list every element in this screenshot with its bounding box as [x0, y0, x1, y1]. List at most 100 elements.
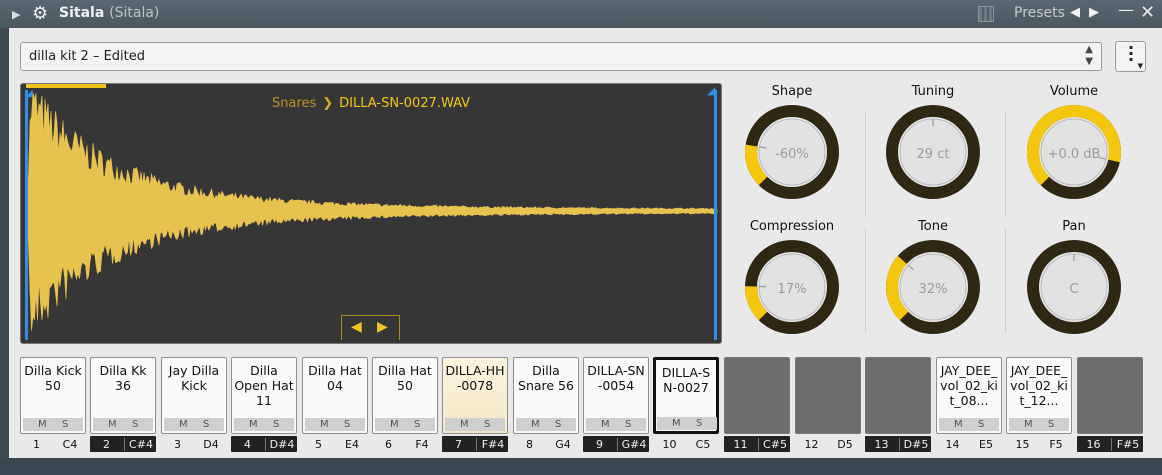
solo-button[interactable]: S [625, 419, 631, 430]
pad-8[interactable]: Dilla Snare 56 M S [513, 357, 579, 434]
solo-button[interactable]: S [555, 419, 561, 430]
mute-button[interactable]: M [460, 419, 469, 430]
mute-button[interactable]: M [531, 419, 540, 430]
start-marker-flag-icon[interactable]: ◢ [25, 88, 33, 99]
solo-button[interactable]: S [414, 419, 420, 430]
pad-6[interactable]: Dilla Hat 50 M S [372, 357, 438, 434]
solo-button[interactable]: S [62, 419, 68, 430]
pad-15-note: 15 F5 [1006, 436, 1072, 452]
close-icon[interactable]: ✕ [1140, 2, 1155, 23]
mute-button[interactable]: M [38, 419, 47, 430]
knob-value: +0.0 dB [1047, 147, 1101, 162]
pad-key: C#5 [758, 438, 791, 451]
pad-number: 1 [33, 438, 40, 451]
pad-3[interactable]: Jay Dilla Kick M S [161, 357, 227, 434]
pad-number: 16 [1086, 438, 1101, 451]
pad-name: Dilla Hat 50 [378, 363, 432, 393]
pad-name: DILLA-SN-0054 [587, 363, 645, 393]
solo-button[interactable]: S [203, 419, 209, 430]
browser-grid-icon[interactable] [978, 6, 994, 22]
presets-label[interactable]: Presets [1014, 5, 1065, 21]
pad-name: JAY_DEE_vol_02_kit_08... [940, 363, 998, 408]
mute-button[interactable]: M [179, 419, 188, 430]
pad-8-note: 8 G4 [513, 436, 579, 452]
waveform-display[interactable]: Snares ❯ DILLA-SN-0027.WAV ◢ ◢ ◀ ▶ [20, 83, 722, 344]
pad-9[interactable]: DILLA-SN-0054 M S [583, 357, 649, 434]
mute-button[interactable]: M [390, 419, 399, 430]
host-bottom-strip [0, 458, 1162, 475]
pad-key: C#4 [124, 438, 157, 451]
pad-16-empty[interactable] [1077, 357, 1143, 434]
pad-4[interactable]: Dilla Open Hat 11 M S [231, 357, 297, 434]
minimize-icon[interactable]: — [1118, 0, 1134, 19]
pad-key: F4 [415, 438, 429, 451]
pad-number: 8 [526, 438, 533, 451]
mute-button[interactable]: M [954, 419, 963, 430]
pad-12-empty[interactable] [795, 357, 861, 434]
pad-key: F#4 [476, 438, 509, 451]
pad-13-note: 13 D#5 [865, 436, 931, 452]
pad-6-note: 6 F4 [372, 436, 438, 452]
mute-button[interactable]: M [108, 419, 117, 430]
pad-14[interactable]: JAY_DEE_vol_02_kit_08... M S [936, 357, 1002, 434]
pad-14-note: 14 E5 [936, 436, 1002, 452]
knob-label: Tone [918, 219, 948, 234]
pad-mute-solo: MS [939, 418, 999, 431]
pad-mute-solo: MS [305, 418, 365, 431]
mute-button[interactable]: M [601, 419, 610, 430]
mute-button[interactable]: M [672, 418, 681, 429]
solo-button[interactable]: S [484, 419, 490, 430]
mute-button[interactable]: M [1024, 419, 1033, 430]
pad-5[interactable]: Dilla Hat 04 M S [302, 357, 368, 434]
pad-7[interactable]: DILLA-HH-0078 M S [442, 357, 508, 434]
end-marker-flag-icon[interactable]: ◢ [707, 84, 715, 97]
sample-end-marker[interactable] [714, 90, 717, 340]
mute-button[interactable]: M [320, 419, 329, 430]
pad-key: E4 [345, 438, 359, 451]
pad-mute-solo: MS [586, 418, 646, 431]
pad-1[interactable]: Dilla Kick 50 M S [20, 357, 86, 434]
kit-preset-select[interactable]: dilla kit 2 – Edited ▲ ▼ [20, 42, 1102, 71]
next-sample-icon[interactable]: ▶ [377, 319, 388, 335]
solo-button[interactable]: S [978, 419, 984, 430]
knob-value: 17% [777, 282, 807, 297]
preset-prev-icon[interactable]: ◀ [1070, 5, 1080, 20]
knob-value: -60% [775, 147, 809, 162]
knob-label: Tuning [911, 84, 955, 99]
pad-4-note: 4 D#4 [231, 436, 297, 452]
sample-start-marker[interactable] [25, 90, 28, 340]
kit-menu-button[interactable]: · · · ▼ [1115, 40, 1146, 72]
gear-icon[interactable]: ⚙ [32, 3, 48, 24]
pad-11-empty[interactable] [724, 357, 790, 434]
solo-button[interactable]: S [273, 419, 279, 430]
mute-button[interactable]: M [249, 419, 258, 430]
pad-mute-solo: MS [516, 418, 576, 431]
pad-mute-solo: MS [93, 418, 153, 431]
pad-number: 5 [315, 438, 322, 451]
pad-15[interactable]: JAY_DEE_vol_02_kit_12... M S [1006, 357, 1072, 434]
knob-value: 32% [918, 282, 948, 297]
solo-button[interactable]: S [132, 419, 138, 430]
sample-nav: ◀ ▶ [341, 315, 400, 340]
pad-mute-solo: MS [234, 418, 294, 431]
prev-sample-icon[interactable]: ◀ [351, 319, 362, 335]
plugin-title: Sitala (Sitala) [59, 5, 159, 21]
knob-label: Pan [1062, 219, 1086, 234]
pad-number: 9 [596, 438, 603, 451]
solo-button[interactable]: S [696, 418, 702, 429]
preset-next-icon[interactable]: ▶ [1089, 5, 1099, 20]
pad-10-selected[interactable]: DILLA-SN-0027 M S [653, 357, 719, 434]
pad-2[interactable]: Dilla Kk 36 M S [90, 357, 156, 434]
pad-key: G4 [555, 438, 571, 451]
pad-name: Dilla Kick 50 [24, 363, 82, 393]
pad-number: 12 [804, 438, 819, 451]
pad-name: Dilla Snare 56 [518, 363, 574, 393]
knob-divider [865, 228, 866, 333]
solo-button[interactable]: S [1048, 419, 1054, 430]
pad-11-note: 11 C#5 [724, 436, 790, 452]
pad-name: Dilla Hat 04 [308, 363, 362, 393]
collapse-arrow-icon[interactable]: ▶ [12, 8, 20, 21]
pad-name: Dilla Open Hat 11 [234, 363, 294, 408]
pad-13-empty[interactable] [865, 357, 931, 434]
solo-button[interactable]: S [344, 419, 350, 430]
